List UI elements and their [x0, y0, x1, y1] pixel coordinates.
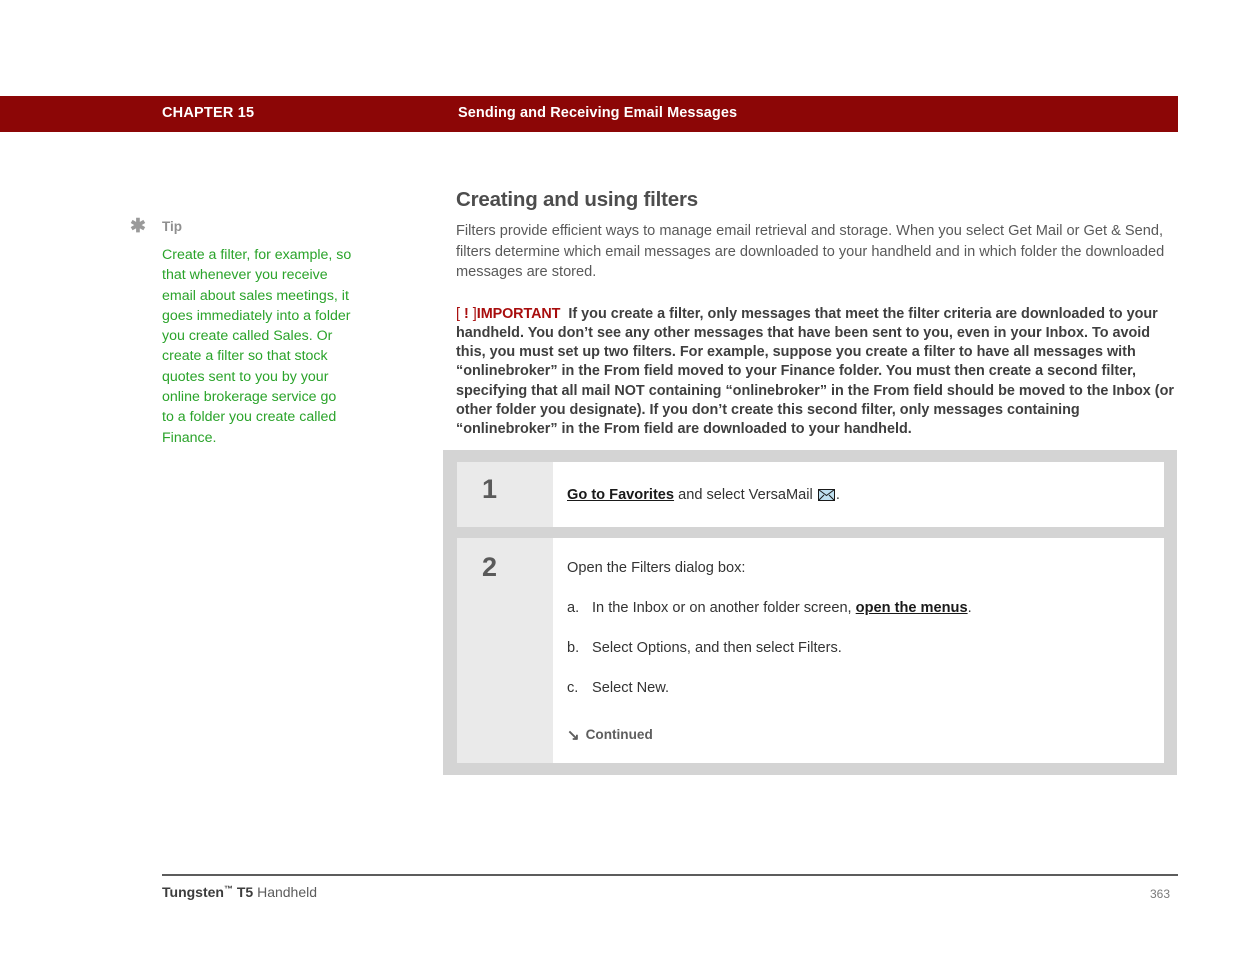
- tip-header: ✱ Tip: [130, 216, 360, 241]
- substep-text-before: In the Inbox or on another folder screen…: [592, 600, 856, 616]
- envelope-icon: [817, 487, 835, 501]
- footer-product: Tungsten™ T5 Handheld: [162, 884, 317, 900]
- substep-b: b. Select Options, and then select Filte…: [567, 638, 1146, 658]
- substep-marker: c.: [567, 680, 579, 696]
- continued-label: Continued: [585, 727, 653, 742]
- substep-a: a. In the Inbox or on another folder scr…: [567, 598, 1146, 618]
- footer-product-name: Tungsten: [162, 884, 224, 900]
- important-callout: [ ! ]IMPORTANT If you create a filter, o…: [456, 305, 1178, 440]
- exclamation-icon: !: [464, 305, 469, 322]
- important-marker: [ ! ]IMPORTANT: [456, 306, 560, 322]
- bracket-open: [: [456, 305, 460, 322]
- arrow-down-right-icon: ↘: [567, 726, 580, 744]
- substep-marker: b.: [567, 640, 580, 656]
- step-row: 1 Go to Favorites and select VersaMail .: [457, 462, 1164, 527]
- trademark-icon: ™: [223, 884, 233, 894]
- step-text-rest: and select VersaMail: [674, 487, 817, 503]
- substep-c: c. Select New.: [567, 678, 1146, 698]
- substep-text-after: .: [967, 600, 972, 616]
- step-number: 1: [457, 462, 553, 527]
- steps-container: 1 Go to Favorites and select VersaMail .…: [443, 450, 1177, 775]
- step-instruction: Open the Filters dialog box:: [567, 560, 746, 576]
- step-number: 2: [457, 538, 553, 763]
- open-the-menus-link[interactable]: open the menus: [856, 600, 968, 616]
- continued-notice: ↘ Continued: [567, 725, 1146, 745]
- chapter-title: Sending and Receiving Email Messages: [458, 105, 738, 121]
- step-content: Go to Favorites and select VersaMail .: [553, 462, 1164, 527]
- substep-text: Select New.: [592, 680, 670, 696]
- tip-text: Create a filter, for example, so that wh…: [162, 247, 352, 446]
- chapter-header-bar: CHAPTER 15 Sending and Receiving Email M…: [0, 96, 1178, 132]
- footer-divider: [162, 874, 1178, 876]
- footer-model: T5: [232, 884, 254, 900]
- step-content: Open the Filters dialog box: a. In the I…: [553, 538, 1164, 763]
- important-label: IMPORTANT: [476, 305, 561, 322]
- asterisk-icon: ✱: [130, 216, 146, 237]
- step-row: 2 Open the Filters dialog box: a. In the…: [457, 538, 1164, 763]
- step-instruction: Go to Favorites and select VersaMail .: [567, 485, 1146, 505]
- tip-label: Tip: [162, 219, 182, 234]
- step-text-end: .: [835, 487, 840, 503]
- substep-text: Select Options, and then select Filters.: [592, 640, 842, 656]
- tip-sidebar: ✱ Tip Create a filter, for example, so t…: [130, 216, 360, 448]
- page-title: Creating and using filters: [456, 188, 698, 211]
- chapter-label: CHAPTER 15: [162, 105, 255, 121]
- go-to-favorites-link[interactable]: Go to Favorites: [567, 487, 674, 503]
- footer-suffix: Handheld: [253, 884, 318, 900]
- page-number: 363: [1150, 887, 1171, 901]
- important-body: If you create a filter, only messages th…: [456, 305, 1174, 438]
- intro-paragraph: Filters provide efficient ways to manage…: [456, 223, 1165, 280]
- main-content: Creating and using filters Filters provi…: [456, 188, 1178, 468]
- substep-text: In the Inbox or on another folder screen…: [592, 598, 972, 618]
- substep-marker: a.: [567, 600, 580, 616]
